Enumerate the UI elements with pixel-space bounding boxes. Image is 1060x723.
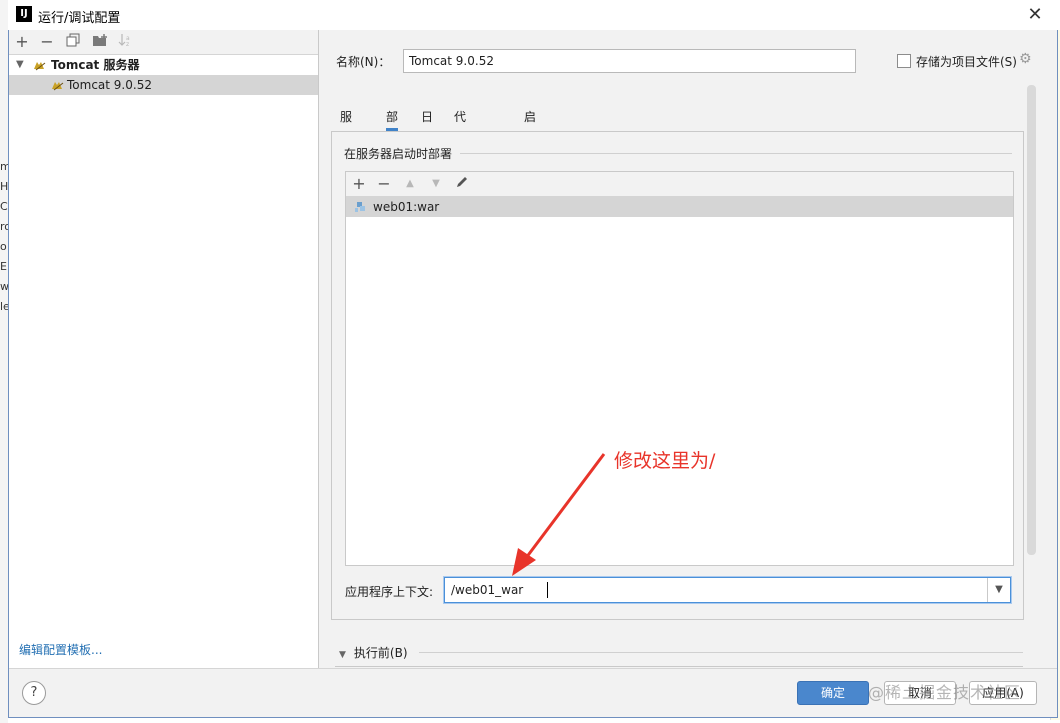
chevron-down-icon: ▼ [339,650,346,660]
chevron-down-icon[interactable]: ▼ [987,578,1010,602]
edit-configuration-templates-link[interactable]: 编辑配置模板... [19,641,102,658]
configuration-details-panel: 名称(N)： Tomcat 9.0.52 存储为项目文件(S) ⚙ 服务器 部署… [319,30,1057,668]
store-as-project-file-label: 存储为项目文件(S) [916,55,1017,69]
intellij-app-icon: IJ [16,6,32,22]
vertical-scrollbar[interactable] [1027,85,1036,555]
tomcat-icon [52,82,64,91]
deployment-list: + − ▲ ▼ web01:war [345,171,1014,566]
add-icon[interactable]: + [349,174,369,194]
tab-code-coverage[interactable]: 代码覆盖率 [454,106,466,212]
application-context-value[interactable]: /web01_war [451,578,523,602]
store-as-project-file-checkbox[interactable] [897,54,911,68]
tab-logs[interactable]: 日志 [421,106,433,146]
remove-icon[interactable]: − [374,174,394,194]
name-label: 名称(N)： [336,55,391,69]
title-bar: IJ 运行/调试配置 ✕ [8,0,1058,30]
annotation-text: 修改这里为/ [614,450,716,472]
deployment-tab-content: 在服务器启动时部署 + − ▲ ▼ web01:war 应用程序上下文: /we… [331,131,1024,620]
tree-group-label: Tomcat 服务器 [51,58,140,72]
remove-icon[interactable]: − [37,32,57,52]
tree-item-tomcat-config[interactable]: Tomcat 9.0.52 [9,75,318,95]
tab-server[interactable]: 服务器 [340,106,352,168]
tree-group-tomcat[interactable]: ▼ Tomcat 服务器 [9,55,318,75]
copy-icon[interactable] [63,32,83,52]
svg-text:z: z [126,41,129,47]
configuration-tree-panel: + − az ▼ Tomcat 服务器 Tomcat 9.0.52 编辑配置模板… [9,30,319,668]
move-up-icon[interactable]: ▲ [400,174,420,194]
application-context-label: 应用程序上下文: [345,585,434,599]
tab-startup-connection[interactable]: 启动/连接 [524,106,540,190]
annotation-arrow [512,453,606,576]
tab-deployment[interactable]: 部署 [386,106,399,146]
watermark: @稀土掘金技术社区 [868,683,1022,702]
move-down-icon[interactable]: ▼ [426,174,446,194]
text-caret [547,582,548,598]
background-window-strip: m H C ro o E w le [0,0,11,723]
list-item-label: web01:war [373,200,440,214]
name-field[interactable]: Tomcat 9.0.52 [403,49,856,73]
list-item[interactable]: web01:war [346,197,1013,217]
help-button[interactable]: ? [22,681,46,705]
deployment-list-toolbar: + − ▲ ▼ [346,172,1013,197]
tree-toolbar: + − az [9,30,318,55]
tomcat-icon [34,62,46,71]
edit-icon[interactable] [452,174,472,194]
close-icon[interactable]: ✕ [1022,2,1048,28]
application-context-combobox[interactable]: /web01_war ▼ [444,577,1011,603]
add-icon[interactable]: + [12,32,32,52]
before-launch-label: 执行前(B) [353,646,408,660]
tree-item-label: Tomcat 9.0.52 [67,78,152,92]
window-title: 运行/调试配置 [38,11,121,26]
gear-icon[interactable]: ⚙ [1019,51,1032,67]
deploy-section-title: 在服务器启动时部署 [344,147,453,161]
sort-icon[interactable]: az [115,32,135,52]
folder-add-icon[interactable] [90,32,110,52]
chevron-down-icon[interactable]: ▼ [16,55,24,75]
section-divider [460,153,1012,154]
before-launch-toggle[interactable]: ▼ 执行前(B) [339,644,408,661]
artifact-icon [355,202,365,212]
ok-button[interactable]: 确定 [797,681,869,705]
section-divider [419,652,1023,653]
